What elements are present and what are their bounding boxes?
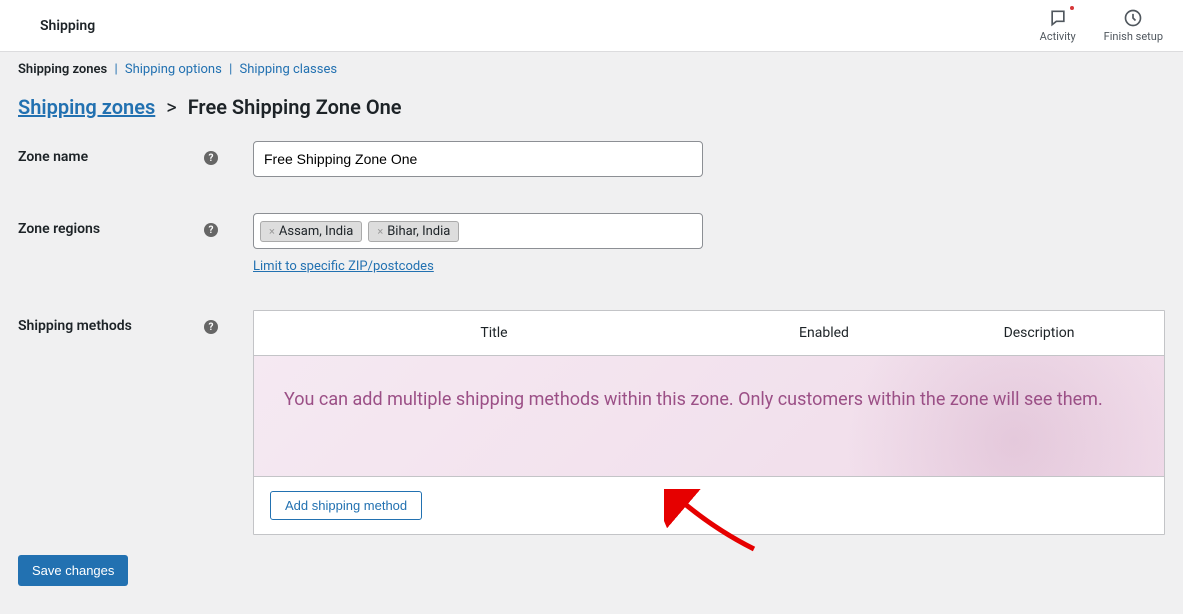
clock-icon — [1123, 8, 1143, 28]
finish-setup-button[interactable]: Finish setup — [1104, 8, 1163, 43]
zone-name-control — [253, 141, 703, 177]
breadcrumb: Shipping zones > Free Shipping Zone One — [0, 77, 1183, 141]
add-shipping-method-button[interactable]: Add shipping method — [270, 491, 422, 520]
column-enabled: Enabled — [734, 325, 914, 341]
region-tag-label: Bihar, India — [387, 224, 450, 239]
sub-tabs: Shipping zones | Shipping options | Ship… — [0, 52, 1183, 77]
breadcrumb-current: Free Shipping Zone One — [188, 95, 402, 119]
zone-regions-label: Zone regions ? — [18, 213, 218, 237]
region-tag: × Assam, India — [260, 221, 362, 242]
remove-tag-icon[interactable]: × — [377, 225, 383, 238]
help-icon[interactable]: ? — [204, 320, 218, 334]
remove-tag-icon[interactable]: × — [269, 225, 275, 238]
finish-setup-label: Finish setup — [1104, 30, 1163, 43]
help-icon[interactable]: ? — [204, 151, 218, 165]
tab-separator: | — [229, 62, 232, 77]
zone-name-label-text: Zone name — [18, 149, 88, 165]
zone-name-label: Zone name ? — [18, 141, 218, 165]
shipping-methods-table: Title Enabled Description You can add mu… — [253, 310, 1165, 535]
activity-label: Activity — [1040, 30, 1076, 43]
zone-regions-label-text: Zone regions — [18, 221, 100, 237]
column-description: Description — [914, 325, 1164, 341]
activity-icon — [1048, 8, 1068, 28]
content-area: Zone name ? Zone regions ? × Assam, Indi… — [0, 141, 1183, 586]
zone-regions-input[interactable]: × Assam, India × Bihar, India — [253, 213, 703, 249]
activity-button[interactable]: Activity — [1040, 8, 1076, 43]
save-changes-button[interactable]: Save changes — [18, 555, 128, 586]
methods-table-header: Title Enabled Description — [254, 311, 1164, 356]
methods-footer: Add shipping method — [254, 476, 1164, 534]
zone-regions-row: Zone regions ? × Assam, India × Bihar, I… — [18, 213, 1165, 274]
top-bar: Shipping Activity Finish setup — [0, 0, 1183, 52]
tab-shipping-zones[interactable]: Shipping zones — [18, 62, 107, 77]
page-title: Shipping — [40, 18, 95, 34]
breadcrumb-separator: > — [166, 95, 176, 119]
placeholder-text: You can add multiple shipping methods wi… — [284, 386, 1134, 415]
annotation-arrow-icon — [664, 489, 764, 559]
tab-separator: | — [114, 62, 117, 77]
help-icon[interactable]: ? — [204, 223, 218, 237]
shipping-methods-label: Shipping methods ? — [18, 310, 218, 334]
column-title: Title — [254, 325, 734, 341]
tab-shipping-options[interactable]: Shipping options — [125, 62, 222, 77]
breadcrumb-parent-link[interactable]: Shipping zones — [18, 95, 155, 119]
shipping-methods-row: Shipping methods ? Title Enabled Descrip… — [18, 310, 1165, 535]
zone-name-row: Zone name ? — [18, 141, 1165, 177]
region-tag-label: Assam, India — [279, 224, 353, 239]
region-tag: × Bihar, India — [368, 221, 459, 242]
tab-shipping-classes[interactable]: Shipping classes — [239, 62, 337, 77]
top-bar-actions: Activity Finish setup — [1040, 8, 1163, 43]
shipping-methods-label-text: Shipping methods — [18, 318, 132, 334]
zone-regions-control: × Assam, India × Bihar, India Limit to s… — [253, 213, 703, 274]
zone-name-input[interactable] — [253, 141, 703, 177]
methods-placeholder: You can add multiple shipping methods wi… — [254, 356, 1164, 476]
activity-dot — [1070, 6, 1074, 10]
zip-postcodes-link[interactable]: Limit to specific ZIP/postcodes — [253, 259, 434, 274]
